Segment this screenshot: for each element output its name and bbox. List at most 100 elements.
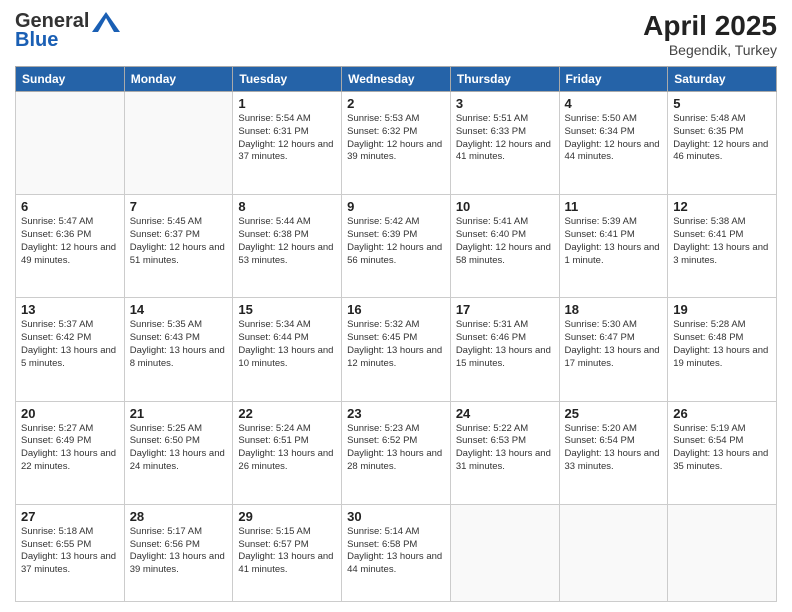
day-number: 16 [347,302,445,317]
calendar-day-cell: 24 Sunrise: 5:22 AM Sunset: 6:53 PM Dayli… [450,401,559,504]
day-number: 27 [21,509,119,524]
page: General Blue April 2025 Begendik, Turkey… [0,0,792,612]
calendar-day-cell: 17 Sunrise: 5:31 AM Sunset: 6:46 PM Dayli… [450,298,559,401]
calendar-day-header: Saturday [668,67,777,92]
calendar-day-cell: 16 Sunrise: 5:32 AM Sunset: 6:45 PM Dayli… [342,298,451,401]
day-number: 22 [238,406,336,421]
calendar-day-cell: 13 Sunrise: 5:37 AM Sunset: 6:42 PM Dayli… [16,298,125,401]
day-number: 18 [565,302,663,317]
calendar-day-cell [668,504,777,601]
calendar-day-cell: 4 Sunrise: 5:50 AM Sunset: 6:34 PM Daylig… [559,92,668,195]
calendar-day-cell: 10 Sunrise: 5:41 AM Sunset: 6:40 PM Dayli… [450,195,559,298]
calendar-day-header: Thursday [450,67,559,92]
month-title: April 2025 [643,10,777,42]
calendar-day-cell: 15Sunrise: 5:34 AM Sunset: 6:44 PM Dayli… [233,298,342,401]
day-info: Sunrise: 5:20 AM Sunset: 6:54 PM Dayligh… [565,423,663,474]
calendar-day-cell: 1 Sunrise: 5:54 AM Sunset: 6:31 PM Daylig… [233,92,342,195]
day-info: Sunrise: 5:30 AM Sunset: 6:47 PM Dayligh… [565,319,663,370]
day-info: Sunrise: 5:23 AM Sunset: 6:52 PM Dayligh… [347,423,445,474]
day-info: Sunrise: 5:54 AM Sunset: 6:31 PM Dayligh… [238,113,336,164]
day-number: 12 [673,199,771,214]
calendar-day-cell: 25 Sunrise: 5:20 AM Sunset: 6:54 PM Dayli… [559,401,668,504]
day-info: Sunrise: 5:48 AM Sunset: 6:35 PM Dayligh… [673,113,771,164]
calendar-day-cell: 18 Sunrise: 5:30 AM Sunset: 6:47 PM Dayli… [559,298,668,401]
day-info: Sunrise: 5:38 AM Sunset: 6:41 PM Dayligh… [673,216,771,267]
calendar-day-cell: 21 Sunrise: 5:25 AM Sunset: 6:50 PM Dayli… [124,401,233,504]
day-info: Sunrise: 5:39 AM Sunset: 6:41 PM Dayligh… [565,216,663,267]
calendar-day-cell [559,504,668,601]
day-number: 26 [673,406,771,421]
day-number: 17 [456,302,554,317]
calendar-day-cell: 14 Sunrise: 5:35 AM Sunset: 6:43 PM Dayli… [124,298,233,401]
day-info: Sunrise: 5:45 AM Sunset: 6:37 PM Dayligh… [130,216,228,267]
day-number: 3 [456,96,554,111]
calendar-day-cell: 6 Sunrise: 5:47 AM Sunset: 6:36 PM Daylig… [16,195,125,298]
logo-blue: Blue [15,29,58,52]
day-number: 7 [130,199,228,214]
calendar-day-header: Sunday [16,67,125,92]
calendar-day-cell: 30Sunrise: 5:14 AM Sunset: 6:58 PM Dayli… [342,504,451,601]
day-number: 21 [130,406,228,421]
day-info: Sunrise: 5:32 AM Sunset: 6:45 PM Dayligh… [347,319,445,370]
calendar-day-cell: 23 Sunrise: 5:23 AM Sunset: 6:52 PM Dayli… [342,401,451,504]
day-number: 28 [130,509,228,524]
calendar-day-cell: 27 Sunrise: 5:18 AM Sunset: 6:55 PM Dayli… [16,504,125,601]
day-number: 5 [673,96,771,111]
day-number: 20 [21,406,119,421]
day-info: Sunrise: 5:28 AM Sunset: 6:48 PM Dayligh… [673,319,771,370]
calendar-week-row: 6 Sunrise: 5:47 AM Sunset: 6:36 PM Daylig… [16,195,777,298]
day-info: Sunrise: 5:18 AM Sunset: 6:55 PM Dayligh… [21,526,119,577]
day-info: Sunrise: 5:51 AM Sunset: 6:33 PM Dayligh… [456,113,554,164]
calendar-day-cell: 22 Sunrise: 5:24 AM Sunset: 6:51 PM Dayli… [233,401,342,504]
calendar-day-cell: 3 Sunrise: 5:51 AM Sunset: 6:33 PM Daylig… [450,92,559,195]
calendar-day-cell: 29Sunrise: 5:15 AM Sunset: 6:57 PM Dayli… [233,504,342,601]
day-number: 19 [673,302,771,317]
day-number: 23 [347,406,445,421]
calendar-day-header: Monday [124,67,233,92]
calendar-day-cell: 26 Sunrise: 5:19 AM Sunset: 6:54 PM Dayli… [668,401,777,504]
day-info: Sunrise: 5:47 AM Sunset: 6:36 PM Dayligh… [21,216,119,267]
calendar-header-row: SundayMondayTuesdayWednesdayThursdayFrid… [16,67,777,92]
calendar-day-cell: 19 Sunrise: 5:28 AM Sunset: 6:48 PM Dayli… [668,298,777,401]
location-subtitle: Begendik, Turkey [643,42,777,58]
calendar-day-cell [16,92,125,195]
calendar-day-header: Wednesday [342,67,451,92]
day-number: 1 [238,96,336,111]
logo: General Blue [15,10,120,52]
calendar-day-cell: 9Sunrise: 5:42 AM Sunset: 6:39 PM Daylig… [342,195,451,298]
day-info: Sunrise: 5:24 AM Sunset: 6:51 PM Dayligh… [238,423,336,474]
day-number: 14 [130,302,228,317]
calendar-day-header: Friday [559,67,668,92]
calendar-week-row: 27 Sunrise: 5:18 AM Sunset: 6:55 PM Dayli… [16,504,777,601]
day-number: 25 [565,406,663,421]
day-info: Sunrise: 5:31 AM Sunset: 6:46 PM Dayligh… [456,319,554,370]
calendar-day-cell [450,504,559,601]
calendar-table: SundayMondayTuesdayWednesdayThursdayFrid… [15,66,777,602]
calendar-day-cell: 12 Sunrise: 5:38 AM Sunset: 6:41 PM Dayli… [668,195,777,298]
calendar-week-row: 1 Sunrise: 5:54 AM Sunset: 6:31 PM Daylig… [16,92,777,195]
day-info: Sunrise: 5:41 AM Sunset: 6:40 PM Dayligh… [456,216,554,267]
day-info: Sunrise: 5:44 AM Sunset: 6:38 PM Dayligh… [238,216,336,267]
logo-icon [92,12,120,32]
calendar-day-cell: 28 Sunrise: 5:17 AM Sunset: 6:56 PM Dayli… [124,504,233,601]
day-number: 4 [565,96,663,111]
calendar-day-cell: 5 Sunrise: 5:48 AM Sunset: 6:35 PM Daylig… [668,92,777,195]
day-info: Sunrise: 5:34 AM Sunset: 6:44 PM Dayligh… [238,319,336,370]
calendar-day-cell: 8Sunrise: 5:44 AM Sunset: 6:38 PM Daylig… [233,195,342,298]
calendar-day-cell: 20Sunrise: 5:27 AM Sunset: 6:49 PM Dayli… [16,401,125,504]
day-info: Sunrise: 5:50 AM Sunset: 6:34 PM Dayligh… [565,113,663,164]
day-number: 10 [456,199,554,214]
day-info: Sunrise: 5:22 AM Sunset: 6:53 PM Dayligh… [456,423,554,474]
day-info: Sunrise: 5:17 AM Sunset: 6:56 PM Dayligh… [130,526,228,577]
day-number: 13 [21,302,119,317]
day-number: 2 [347,96,445,111]
day-info: Sunrise: 5:35 AM Sunset: 6:43 PM Dayligh… [130,319,228,370]
day-number: 6 [21,199,119,214]
day-info: Sunrise: 5:37 AM Sunset: 6:42 PM Dayligh… [21,319,119,370]
calendar-day-cell: 11Sunrise: 5:39 AM Sunset: 6:41 PM Dayli… [559,195,668,298]
calendar-week-row: 13 Sunrise: 5:37 AM Sunset: 6:42 PM Dayli… [16,298,777,401]
day-info: Sunrise: 5:19 AM Sunset: 6:54 PM Dayligh… [673,423,771,474]
day-number: 30 [347,509,445,524]
day-number: 24 [456,406,554,421]
day-info: Sunrise: 5:25 AM Sunset: 6:50 PM Dayligh… [130,423,228,474]
